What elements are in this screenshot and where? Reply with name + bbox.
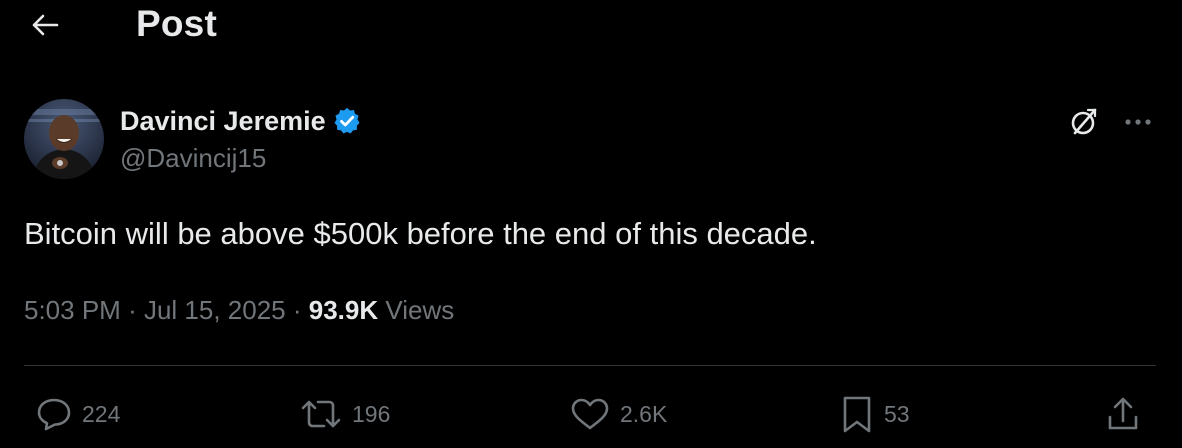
author-name[interactable]: Davinci Jeremie (120, 106, 326, 137)
top-bar: Post (0, 0, 1182, 50)
post-meta: 5:03 PM · Jul 15, 2025 · 93.9K Views (24, 292, 454, 328)
author-handle[interactable]: @Davincij15 (120, 143, 266, 174)
meta-separator: · (292, 295, 309, 325)
bookmark-button[interactable]: 53 (840, 392, 910, 436)
post-time[interactable]: 5:03 PM (24, 295, 121, 325)
page-title: Post (136, 3, 217, 44)
post-text: Bitcoin will be above $500k before the e… (24, 216, 817, 251)
heart-icon (571, 398, 609, 430)
arrow-left-icon (32, 14, 59, 36)
share-icon (1108, 397, 1138, 430)
more-horizontal-icon (1125, 119, 1151, 125)
divider (24, 365, 1156, 366)
author-name-row: Davinci Jeremie (120, 104, 362, 138)
like-count: 2.6K (620, 400, 668, 427)
reply-icon (37, 398, 71, 431)
share-button[interactable] (1106, 392, 1140, 436)
bookmark-count: 53 (884, 400, 910, 427)
views-label: Views (385, 295, 455, 325)
meta-separator: · (128, 295, 144, 325)
more-options-button[interactable] (1118, 102, 1158, 142)
avatar[interactable] (24, 99, 104, 179)
reply-button[interactable]: 224 (36, 392, 120, 436)
post-date[interactable]: Jul 15, 2025 (144, 295, 286, 325)
grok-button[interactable] (1064, 102, 1104, 142)
reply-count: 224 (82, 400, 121, 427)
repost-count: 196 (352, 400, 391, 427)
like-button[interactable]: 2.6K (570, 392, 667, 436)
grok-icon (1071, 108, 1097, 135)
avatar-image (24, 99, 104, 179)
back-button[interactable] (28, 8, 62, 42)
bookmark-icon (843, 396, 871, 433)
verified-badge-icon (332, 106, 362, 136)
repost-button[interactable]: 196 (300, 392, 390, 436)
views-count: 93.9K (308, 295, 379, 325)
repost-icon (301, 400, 341, 428)
